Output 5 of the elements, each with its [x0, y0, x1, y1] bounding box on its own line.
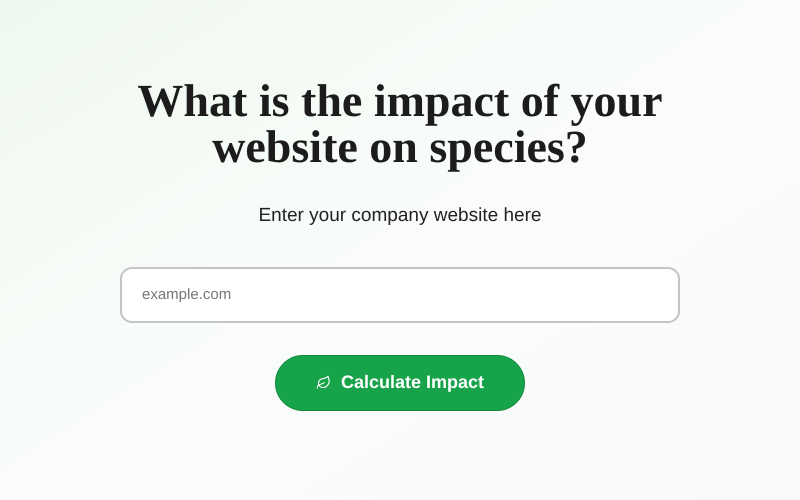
calculate-impact-button[interactable]: Calculate Impact — [275, 354, 525, 410]
subheading: Enter your company website here — [258, 204, 542, 228]
website-field[interactable]: example.com — [120, 266, 680, 322]
leaf-icon — [316, 375, 331, 390]
page-heading: What is the impact of your website on species? — [136, 78, 664, 170]
